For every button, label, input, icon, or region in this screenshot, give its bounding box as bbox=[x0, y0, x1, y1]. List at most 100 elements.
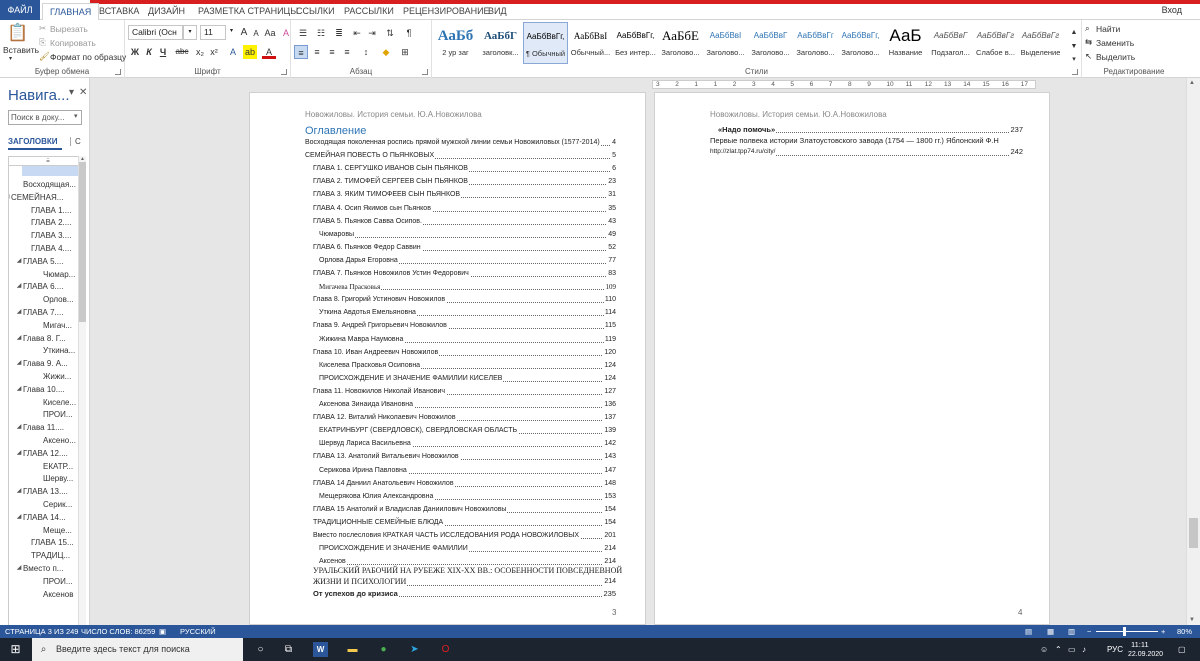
find-button[interactable]: Найти bbox=[1096, 24, 1120, 34]
tab-view[interactable]: ВИД bbox=[481, 3, 514, 20]
nav-heading-item[interactable]: Восходящая... bbox=[9, 178, 85, 191]
toc-entry[interactable]: ГЛАВА 7. Пьянков Новожилов Устин Федоров… bbox=[313, 269, 616, 279]
nav-heading-item[interactable]: ◢ ГЛАВА 14... bbox=[9, 511, 85, 524]
toc-entry[interactable]: ГЛАВА 12. Виталий Николаевич Новожилов 13… bbox=[313, 413, 616, 424]
nav-heading-item[interactable]: ЕКАТР... bbox=[9, 460, 85, 473]
nav-heading-item[interactable]: ПРОИ... bbox=[9, 575, 85, 588]
multilevel-list-icon[interactable]: ≣ bbox=[332, 26, 346, 40]
style-item[interactable]: АаБб 2 ур заг bbox=[433, 22, 478, 64]
select-button[interactable]: Выделить bbox=[1096, 52, 1135, 62]
align-right-icon[interactable]: ≡ bbox=[325, 45, 339, 59]
style-item[interactable]: АаБбЕ Заголово... bbox=[658, 22, 703, 64]
replace-button[interactable]: Заменить bbox=[1096, 38, 1134, 48]
expand-triangle-icon[interactable]: ◢ bbox=[15, 485, 23, 498]
paste-dropdown-icon[interactable]: ▾ bbox=[9, 55, 12, 62]
nav-heading-item[interactable]: Серик... bbox=[9, 498, 85, 511]
input-language[interactable]: РУС bbox=[1107, 638, 1123, 661]
expand-triangle-icon[interactable]: ◢ bbox=[15, 383, 23, 396]
toc-entry[interactable]: ГЛАВА 15 Анатолий и Владислав Даниилович… bbox=[313, 504, 616, 515]
page-4[interactable] bbox=[654, 92, 1050, 625]
toc-entry[interactable]: Восходящая поколенная роспись прямой муж… bbox=[305, 138, 616, 148]
nav-heading-item[interactable]: ◢ ГЛАВА 5.... bbox=[9, 255, 85, 268]
scroll-up-icon[interactable]: ▲ bbox=[1189, 80, 1195, 86]
expand-triangle-icon[interactable]: ◢ bbox=[15, 562, 23, 575]
zoom-in-icon[interactable]: + bbox=[1161, 625, 1165, 638]
paste-button[interactable]: Вставить bbox=[3, 45, 39, 55]
tray-up-icon[interactable]: ⌃ bbox=[1055, 638, 1062, 661]
horizontal-ruler[interactable]: 3 2 1 1 2 3 4 5 6 7 8 9 10 11 12 13 14 15 16 17 bbox=[652, 80, 1036, 89]
nav-heading-item[interactable]: ◢ Глава 11.... bbox=[9, 421, 85, 434]
change-case-button[interactable]: Aa bbox=[262, 26, 278, 40]
tab-insert[interactable]: ВСТАВКА bbox=[92, 3, 146, 20]
justify-icon[interactable]: ≡ bbox=[340, 45, 354, 59]
nav-heading-item[interactable]: Меще... bbox=[9, 524, 85, 537]
file-explorer-icon[interactable]: ▬ bbox=[345, 642, 360, 657]
network-icon[interactable]: ▭ bbox=[1068, 638, 1076, 661]
toc-entry[interactable]: Уткина Авдотья Емельяновна 114 bbox=[319, 308, 616, 319]
gallery-more-icon[interactable]: ▾ bbox=[1067, 53, 1081, 67]
nav-scrollbar[interactable]: ▲ bbox=[78, 156, 86, 642]
nav-heading-item[interactable]: Киселе... bbox=[9, 396, 85, 409]
expand-triangle-icon[interactable]: ◢ bbox=[15, 357, 23, 370]
toc-entry[interactable]: ЕКАТРИНБУРГ (СВЕРДЛОВСК), СВЕРДЛОВСКАЯ О… bbox=[319, 426, 616, 437]
toc-entry[interactable]: Мигачева Прасковья 109 bbox=[319, 282, 616, 293]
font-launcher-icon[interactable] bbox=[281, 69, 287, 75]
page-count-status[interactable]: СТРАНИЦА 3 ИЗ 249 bbox=[5, 625, 78, 638]
scroll-thumb[interactable] bbox=[1189, 518, 1198, 548]
word-app-icon[interactable]: W bbox=[313, 642, 328, 657]
telegram-icon[interactable]: ➤ bbox=[407, 642, 422, 657]
volume-icon[interactable]: ♪ bbox=[1082, 638, 1086, 661]
toc-entry[interactable]: Глава 9. Андрей Григорьевич Новожилов 115 bbox=[313, 321, 616, 332]
nav-heading-item[interactable]: ГЛАВА 3.... bbox=[9, 229, 85, 242]
toc-entry[interactable]: Орлова Дарья Егоровна 77 bbox=[319, 255, 616, 266]
expand-triangle-icon[interactable]: ◢ bbox=[15, 280, 23, 293]
toc-entry-special[interactable]: УРАЛЬСКИЙ РАБОЧИЙ НА РУБЕЖЕ XIX-XX ВВ.: … bbox=[313, 566, 622, 588]
expand-triangle-icon[interactable]: ◢ bbox=[15, 255, 23, 268]
expand-triangle-icon[interactable]: ◢ bbox=[15, 421, 23, 434]
style-item[interactable]: АаБбВвГг, ¶ Обычный bbox=[523, 22, 568, 64]
people-icon[interactable]: ☺ bbox=[1040, 638, 1048, 661]
close-icon[interactable]: ✕ bbox=[79, 87, 87, 98]
nav-heading-item[interactable]: Жижи... bbox=[9, 370, 85, 383]
nav-heading-item[interactable]: ◢ Глава 10.... bbox=[9, 383, 85, 396]
toc-entry[interactable]: Киселева Прасковья Осиповна 124 bbox=[319, 360, 616, 371]
zoom-slider[interactable] bbox=[1096, 631, 1158, 632]
text-effects-button[interactable]: A bbox=[226, 45, 240, 59]
toc-entry[interactable]: ПРОИСХОЖДЕНИЕ И ЗНАЧЕНИЕ ФАМИЛИИ 214 bbox=[319, 544, 616, 555]
align-left-icon[interactable]: ≡ bbox=[294, 45, 308, 59]
bullets-icon[interactable]: ☰ bbox=[296, 26, 310, 40]
language-status[interactable]: РУССКИЙ bbox=[180, 625, 216, 638]
nav-heading-item[interactable]: ◢ ГЛАВА 7.... bbox=[9, 306, 85, 319]
clipboard-launcher-icon[interactable] bbox=[115, 69, 121, 75]
borders-icon[interactable]: ⊞ bbox=[398, 45, 412, 59]
shading-icon[interactable]: ◆ bbox=[379, 45, 393, 59]
toc-entry[interactable]: Аксенова Зинаида Ивановна 136 bbox=[319, 400, 616, 410]
expand-triangle-icon[interactable]: ◢ bbox=[15, 306, 23, 319]
styles-launcher-icon[interactable] bbox=[1072, 69, 1078, 75]
nav-heading-item[interactable]: ◢ Вместо п... bbox=[9, 562, 85, 575]
expand-triangle-icon[interactable]: ◢ bbox=[15, 511, 23, 524]
nav-heading-item[interactable]: ГЛАВА 2.... bbox=[9, 216, 85, 229]
decrease-indent-icon[interactable]: ⇤ bbox=[350, 26, 364, 40]
toc-entry[interactable]: ГЛАВА 13. Анатолий Витальевич Новожилов 1… bbox=[313, 452, 616, 463]
toc-entry[interactable]: Мещерякова Юлия Александровна 153 bbox=[319, 491, 616, 502]
line-spacing-icon[interactable]: ↕ bbox=[359, 45, 373, 59]
font-size-chevron-down-icon[interactable]: ▾ bbox=[226, 25, 237, 40]
nav-heading-item[interactable]: ◢ ГЛАВА 12.... bbox=[9, 447, 85, 460]
windows-start-icon[interactable]: ⊞ bbox=[8, 642, 23, 657]
nav-heading-item[interactable]: ПРОИ... bbox=[9, 408, 85, 421]
expand-triangle-icon[interactable]: ◢ bbox=[15, 332, 23, 345]
search-chevron-down-icon[interactable]: ▾ bbox=[74, 112, 78, 120]
paragraph-launcher-icon[interactable] bbox=[422, 69, 428, 75]
proofing-icon[interactable]: ▣ bbox=[159, 625, 166, 638]
word-count-status[interactable]: ЧИСЛО СЛОВ: 86259 bbox=[81, 625, 155, 638]
nav-heading-item[interactable]: ◢ ГЛАВА 6.... bbox=[9, 280, 85, 293]
style-item[interactable]: АаБбВвГг, Без интер... bbox=[613, 22, 658, 64]
nav-heading-item[interactable]: Мигач... bbox=[9, 319, 85, 332]
opera-icon[interactable]: O bbox=[438, 642, 453, 657]
nav-heading-item[interactable]: ГЛАВА 15... bbox=[9, 536, 85, 549]
copy-icon[interactable]: ⎘ bbox=[39, 37, 46, 48]
sort-icon[interactable]: ⇅ bbox=[383, 26, 397, 40]
nav-options-chevron-down-icon[interactable]: ▾ bbox=[69, 87, 74, 98]
sign-in-link[interactable]: Вход bbox=[1162, 5, 1182, 15]
